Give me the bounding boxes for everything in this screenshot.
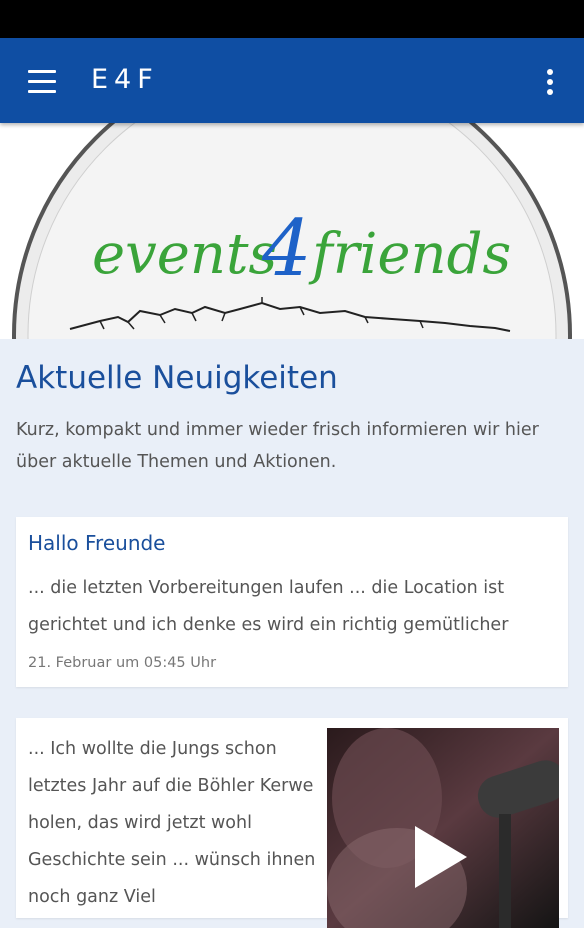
- video-thumbnail[interactable]: [327, 728, 559, 928]
- news-card[interactable]: Hallo Freunde ... die letzten Vorbereitu…: [16, 517, 568, 687]
- events-4-friends-logo: events 4 friends: [12, 123, 572, 339]
- news-card-date: 21. Februar um 05:45 Uhr: [28, 655, 217, 671]
- section-description: Kurz, kompakt und immer wieder frisch in…: [16, 420, 539, 472]
- news-card-excerpt: ... Ich wollte die Jungs schon letztes J…: [28, 739, 316, 907]
- app-bar: E4F: [0, 38, 584, 123]
- logo-number: 4: [261, 204, 312, 294]
- logo-word-events: events: [92, 222, 277, 287]
- news-card-excerpt: ... die letzten Vorbereitungen laufen ..…: [28, 578, 509, 635]
- news-card-video[interactable]: ... Ich wollte die Jungs schon letztes J…: [16, 718, 568, 928]
- hamburger-menu-icon[interactable]: [22, 62, 62, 102]
- hero-logo-banner: events 4 friends: [0, 123, 584, 339]
- section-heading: Aktuelle Neuigkeiten: [16, 360, 338, 396]
- logo-word-friends: friends: [308, 222, 511, 287]
- app-title: E4F: [91, 64, 159, 95]
- more-vert-icon[interactable]: [538, 64, 562, 100]
- intro-section: Aktuelle Neuigkeiten Kurz, kompakt und i…: [16, 360, 568, 478]
- status-bar: [0, 0, 584, 38]
- news-card-title[interactable]: Hallo Freunde: [28, 531, 166, 555]
- video-thumbnail-image: [327, 728, 559, 928]
